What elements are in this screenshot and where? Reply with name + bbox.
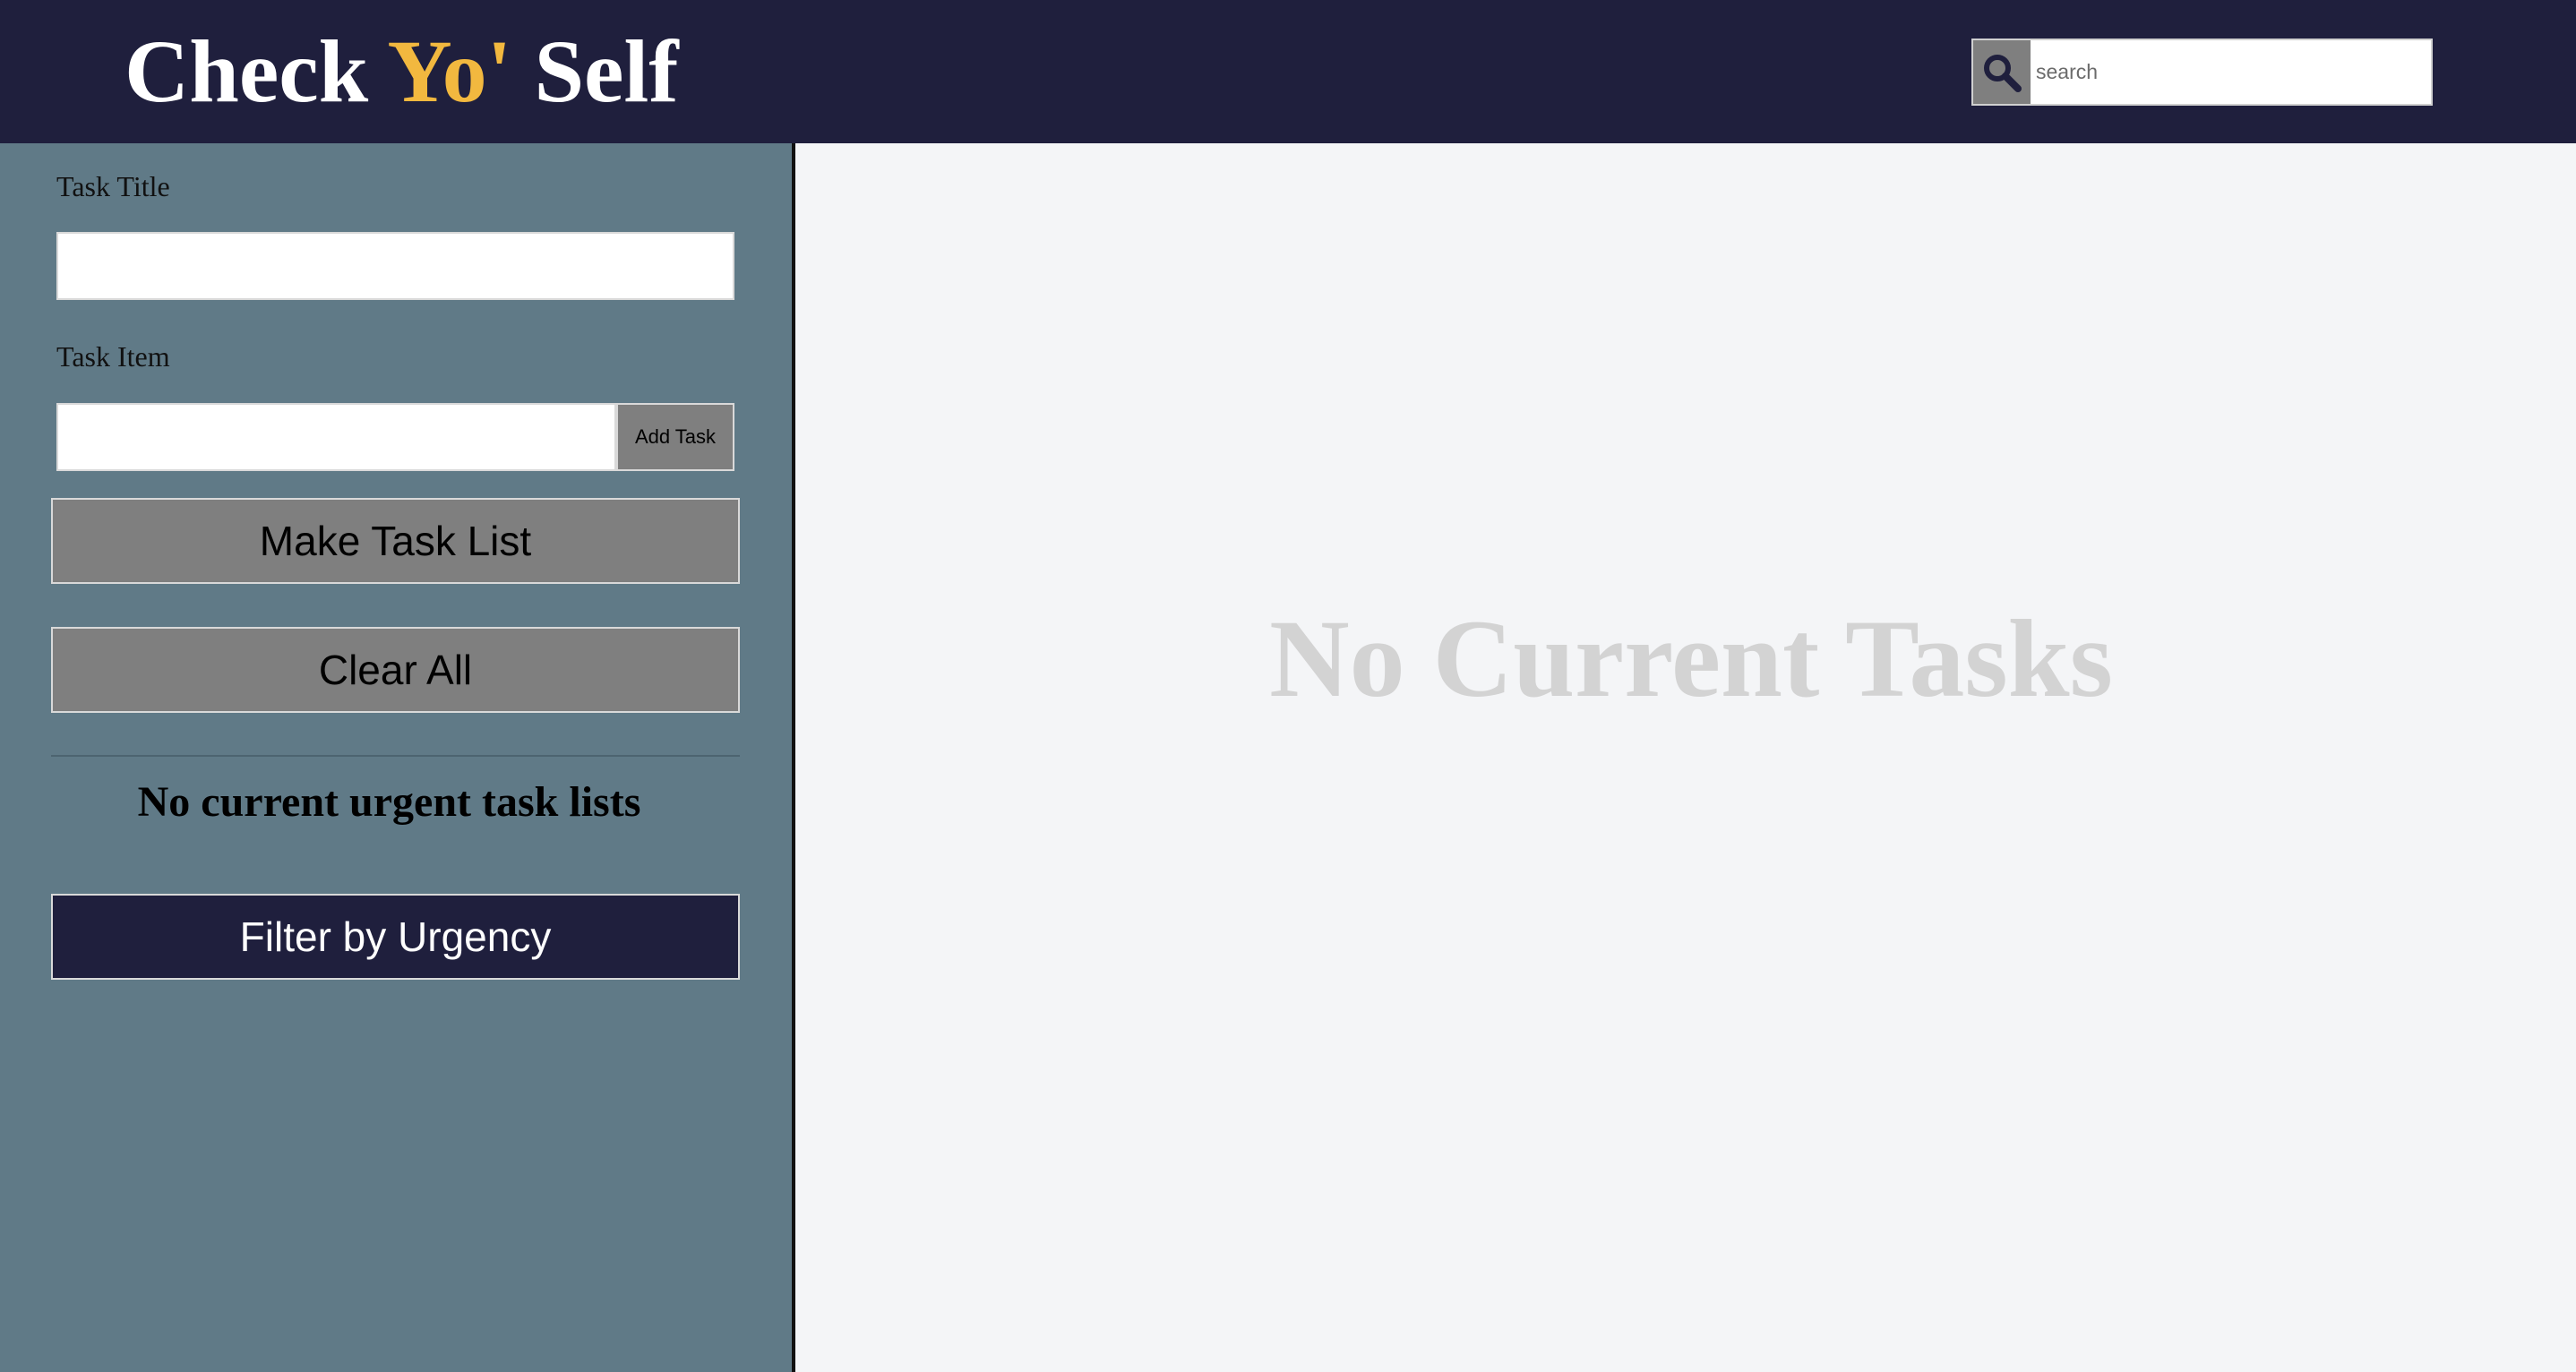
add-task-button[interactable]: Add Task — [616, 403, 734, 471]
sidebar-divider — [51, 755, 740, 757]
task-title-label: Task Title — [56, 170, 170, 202]
task-item-input[interactable] — [56, 403, 616, 471]
app-title-part1: Check — [125, 21, 388, 121]
search-input[interactable] — [2031, 40, 2431, 104]
task-list-area: No Current Tasks — [799, 143, 2576, 1372]
search-icon — [1984, 54, 2022, 92]
search-bar — [1971, 39, 2433, 106]
search-button[interactable] — [1973, 40, 2031, 104]
task-item-label: Task Item — [56, 340, 170, 373]
empty-state-message: No Current Tasks — [1269, 597, 2113, 720]
clear-all-button[interactable]: Clear All — [51, 627, 740, 713]
app-title-accent: Yo' — [387, 21, 512, 121]
make-task-list-button[interactable]: Make Task List — [51, 498, 740, 584]
sidebar: Task Title Task Item Add Task Make Task … — [0, 143, 795, 1372]
app-title: Check Yo' Self — [125, 20, 679, 124]
app-title-part2: Self — [511, 21, 679, 121]
filter-by-urgency-button[interactable]: Filter by Urgency — [51, 894, 740, 980]
app-header: Check Yo' Self — [0, 0, 2576, 143]
urgent-lists-message: No current urgent task lists — [137, 778, 641, 826]
task-title-input[interactable] — [56, 232, 734, 300]
